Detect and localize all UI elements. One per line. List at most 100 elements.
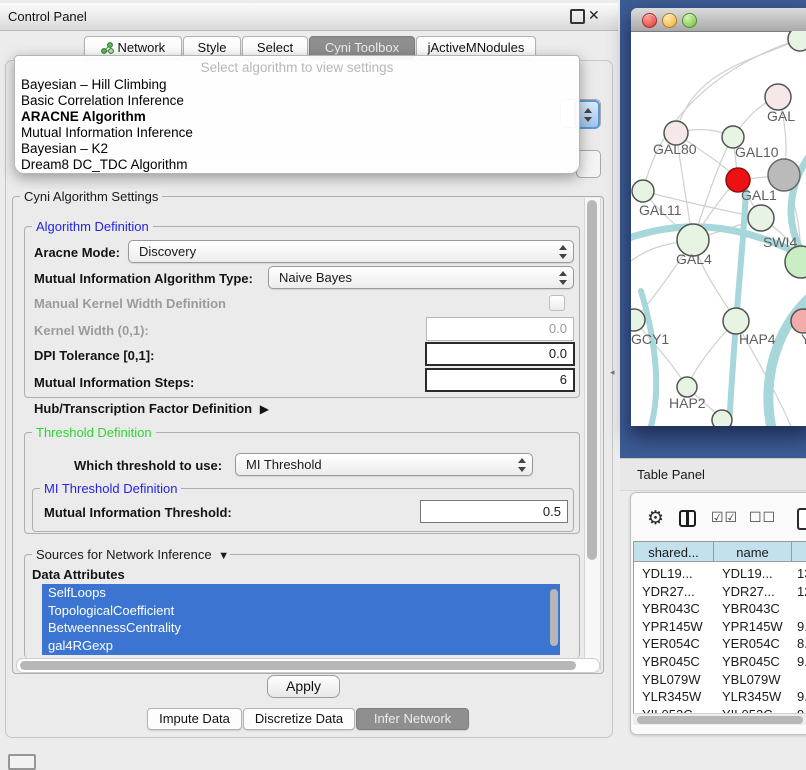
float-window-icon[interactable] (570, 9, 585, 24)
label-gal-clipped: GAL (767, 108, 795, 124)
sources-title[interactable]: Sources for Network Inference ▼ (32, 547, 230, 562)
mi-threshold-label: Mutual Information Threshold: (44, 505, 232, 520)
table-cell[interactable]: YER054C (642, 635, 700, 653)
node-hap2[interactable] (677, 377, 697, 397)
control-panel-titlebar (0, 3, 618, 31)
node-bottom-clipped[interactable] (712, 410, 732, 426)
node-swi4[interactable] (748, 205, 774, 231)
column-header-name[interactable]: name (714, 541, 792, 562)
table-cell[interactable]: 8. (797, 635, 806, 653)
algorithm-option-aracne[interactable]: ARACNE Algorithm (21, 109, 146, 125)
table-cell[interactable]: 9. (797, 653, 806, 671)
tab-impute-data[interactable]: Impute Data (147, 708, 242, 730)
table-cell[interactable]: 9 (797, 706, 804, 713)
node-gal-clipped[interactable] (765, 84, 791, 110)
list-item-topologicalcoefficient[interactable]: TopologicalCoefficient (42, 602, 560, 620)
gear-icon[interactable]: ⚙ (647, 507, 664, 530)
settings-vscroll-thumb[interactable] (587, 200, 597, 560)
mi-algorithm-type-combo[interactable]: Naive Bayes (268, 266, 574, 289)
column-layout-icon[interactable] (679, 510, 696, 527)
label-gal11: GAL11 (639, 202, 682, 218)
select-all-checkboxes-icon[interactable]: ☑☑ (711, 509, 738, 526)
dpi-tolerance-field[interactable]: 0.0 (425, 342, 575, 366)
splitpane-collapse-icon[interactable]: ◂ (610, 367, 615, 378)
table-horizontal-scrollbar[interactable] (633, 713, 806, 725)
label-gal80: GAL80 (653, 141, 697, 157)
mi-threshold-field[interactable]: 0.5 (420, 500, 568, 523)
which-threshold-combo[interactable]: MI Threshold (235, 453, 533, 476)
algorithm-option-bayesian-hill[interactable]: Bayesian – Hill Climbing (21, 77, 167, 93)
table-cell[interactable]: YBR043C (642, 600, 700, 618)
algorithm-option-mutual-info[interactable]: Mutual Information Inference (21, 125, 193, 141)
table-cell[interactable]: YDL19... (642, 565, 693, 583)
table-cell[interactable]: YIL052C (722, 706, 773, 713)
aracne-mode-value: Discovery (139, 244, 196, 259)
list-item-selfloops[interactable]: SelfLoops (42, 584, 560, 602)
kernel-width-field[interactable]: 0.0 (426, 317, 574, 341)
mi-steps-field[interactable]: 6 (425, 368, 575, 392)
hub-definition-toggle[interactable]: Hub/Transcription Factor Definition ▶ (34, 401, 265, 416)
manual-kernel-width-checkbox[interactable] (549, 295, 565, 311)
network-view-window[interactable]: GAL GAL80 GAL10 GAL1 GAL11 SWI4 GAL4 GCY… (631, 8, 806, 426)
algorithm-option-dream8[interactable]: Dream8 DC_TDC Algorithm (21, 157, 188, 173)
threshold-definition-title: Threshold Definition (32, 425, 156, 440)
network-window-titlebar[interactable] (631, 8, 806, 32)
table-cell[interactable]: YDL19... (722, 565, 773, 583)
data-attributes-label: Data Attributes (32, 567, 125, 582)
mi-steps-label: Mutual Information Steps: (34, 375, 194, 390)
network-canvas[interactable]: GAL GAL80 GAL10 GAL1 GAL11 SWI4 GAL4 GCY… (631, 31, 806, 426)
node-gal11[interactable] (632, 180, 654, 202)
control-panel-title: Control Panel (8, 9, 87, 24)
close-icon[interactable]: ✕ (588, 7, 600, 24)
table-cell[interactable]: YBR045C (642, 653, 700, 671)
cyni-algorithm-settings-title: Cyni Algorithm Settings (20, 189, 162, 204)
table-cell[interactable]: YBL079W (722, 671, 781, 689)
close-window-icon[interactable] (642, 13, 657, 28)
algorithm-option-bayesian-k2[interactable]: Bayesian – K2 (21, 141, 108, 157)
list-item-gal4rgexp[interactable]: gal4RGexp (42, 637, 560, 655)
settings-vertical-scrollbar[interactable] (584, 198, 601, 670)
node-unlabeled-top[interactable] (788, 31, 806, 51)
tab-network-label: Network (117, 40, 165, 55)
label-hap4: HAP4 (739, 331, 776, 347)
table-cell[interactable]: YBR043C (722, 600, 780, 618)
data-attributes-list: SelfLoops TopologicalCoefficient Between… (42, 584, 560, 655)
table-cell[interactable]: YLR345W (642, 688, 701, 706)
tab-infer-network[interactable]: Infer Network (356, 708, 469, 730)
table-cell[interactable]: YIL052C (642, 706, 693, 713)
table-cell[interactable]: YER054C (722, 635, 780, 653)
hub-definition-label: Hub/Transcription Factor Definition (34, 401, 252, 416)
table-cell[interactable]: YBR045C (722, 653, 780, 671)
table-cell[interactable]: YDR27... (642, 583, 695, 601)
settings-hscroll-thumb[interactable] (20, 661, 576, 670)
table-panel-bar: Table Panel (620, 458, 806, 491)
zoom-window-icon[interactable] (682, 13, 697, 28)
column-header-clipped[interactable] (792, 541, 806, 562)
clipped-toolbar-icon[interactable] (797, 508, 806, 530)
table-cell[interactable]: YDR27... (722, 583, 775, 601)
table-cell[interactable]: 9. (797, 618, 806, 636)
list-item-betweennesscentrality[interactable]: BetweennessCentrality (42, 619, 560, 637)
settings-horizontal-scrollbar[interactable] (16, 658, 600, 673)
table-cell[interactable]: YBL079W (642, 671, 701, 689)
table-cell[interactable]: 12 (797, 583, 806, 601)
algorithm-option-basic-correlation[interactable]: Basic Correlation Inference (21, 93, 184, 109)
deselect-all-checkboxes-icon[interactable]: ☐☐ (749, 509, 776, 526)
table-cell[interactable]: 13 (797, 565, 806, 583)
minimize-window-icon[interactable] (662, 13, 677, 28)
apply-button[interactable]: Apply (267, 675, 340, 698)
table-hscroll-thumb[interactable] (637, 716, 803, 724)
table-cell[interactable]: YPR145W (642, 618, 703, 636)
aracne-mode-combo[interactable]: Discovery (128, 240, 574, 263)
label-swi4: SWI4 (763, 234, 797, 250)
tab-infer-label: Infer Network (374, 711, 451, 726)
table-cell[interactable]: YPR145W (722, 618, 783, 636)
table-cell[interactable]: 9. (797, 688, 806, 706)
column-header-shared-name[interactable]: shared... (634, 541, 714, 562)
table-cell[interactable]: YLR345W (722, 688, 781, 706)
tab-discretize-data[interactable]: Discretize Data (243, 708, 355, 730)
collapse-down-icon: ▼ (218, 550, 229, 562)
attributes-vscroll-thumb[interactable] (550, 589, 558, 646)
node-gcy1[interactable] (631, 309, 645, 331)
collapsed-panel-icon[interactable] (8, 754, 36, 770)
